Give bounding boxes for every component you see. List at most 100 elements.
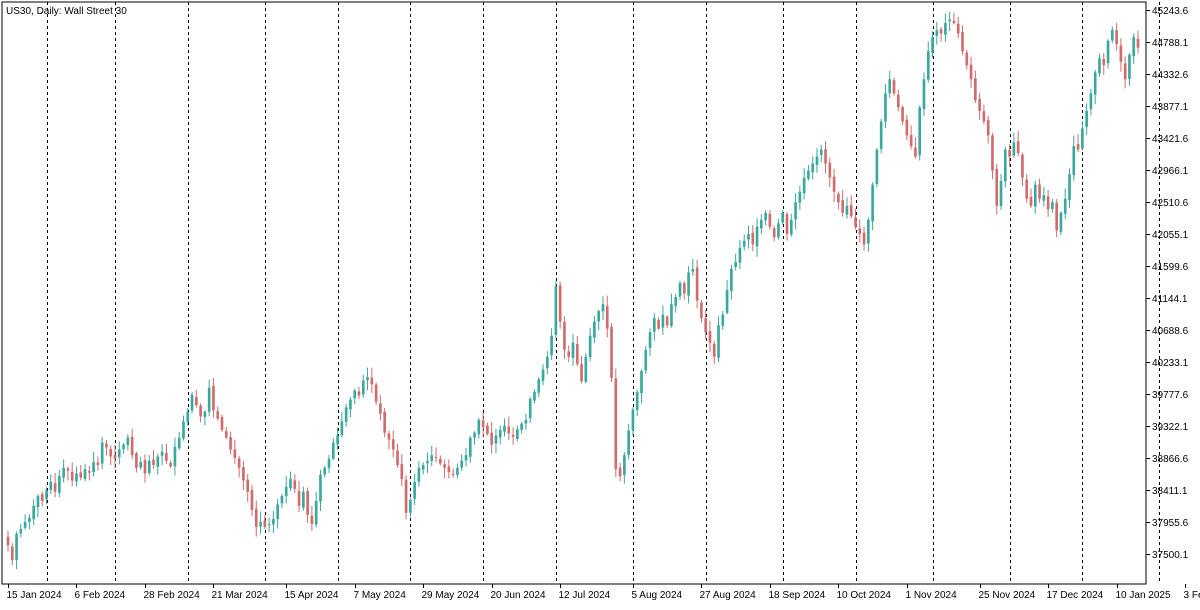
- x-tick-label: 5 Aug 2024: [632, 590, 683, 601]
- candle-bull: [499, 430, 502, 438]
- candle-bull: [139, 462, 142, 467]
- candle-bear: [79, 472, 82, 477]
- candle-bear: [512, 435, 515, 437]
- candle-bull: [876, 150, 879, 184]
- candle-bear: [837, 194, 840, 202]
- candle-bear: [700, 303, 703, 319]
- candle-bear: [1008, 150, 1011, 157]
- candle-bear: [216, 411, 219, 418]
- candle-bull: [161, 452, 164, 456]
- candle-bull: [572, 343, 575, 358]
- candle-bear: [610, 327, 613, 378]
- candle-bull: [37, 496, 40, 507]
- chart-canvas: 37500.137955.638411.138866.639322.139777…: [0, 0, 1200, 605]
- candle-bear: [452, 474, 455, 475]
- candle-bull: [807, 171, 810, 179]
- candle-bull: [1043, 195, 1046, 200]
- y-tick-label: 40233.1: [1152, 358, 1189, 369]
- candle-bull: [75, 473, 78, 481]
- candle-bull: [739, 248, 742, 263]
- candle-bull: [122, 445, 125, 450]
- candle-bull: [627, 431, 630, 455]
- candle-bull: [593, 322, 596, 338]
- candle-bear: [619, 468, 622, 477]
- candle-bull: [469, 438, 472, 457]
- candle-bull: [302, 492, 305, 508]
- x-tick-label: 10 Jan 2025: [1116, 590, 1171, 601]
- candle-bear: [1021, 155, 1024, 178]
- candle-bull: [1090, 93, 1093, 109]
- candle-bear: [965, 53, 968, 66]
- candle-bear: [1137, 39, 1140, 48]
- candle-bull: [1051, 202, 1054, 209]
- candle-bear: [910, 135, 913, 146]
- candle-bear: [71, 472, 74, 481]
- candle-bear: [114, 455, 117, 459]
- candle-bear: [769, 214, 772, 227]
- x-tick-label: 28 Feb 2024: [144, 590, 201, 601]
- y-tick-label: 38411.1: [1152, 486, 1188, 497]
- candle-bear: [841, 200, 844, 213]
- candle-bull: [349, 400, 352, 410]
- candle-bear: [370, 378, 373, 385]
- candle-bear: [563, 322, 566, 350]
- candle-bull: [649, 332, 652, 348]
- candle-bear: [991, 135, 994, 170]
- candle-bull: [319, 475, 322, 502]
- candle-bull: [1068, 174, 1071, 200]
- candle-bear: [306, 491, 309, 515]
- candle-bull: [721, 315, 724, 326]
- candle-bear: [1124, 63, 1127, 79]
- candle-bull: [756, 227, 759, 246]
- candle-bull: [49, 482, 52, 490]
- candle-bull: [1013, 143, 1016, 156]
- candle-bear: [358, 391, 361, 395]
- y-tick-label: 37500.1: [1152, 550, 1189, 561]
- candle-bear: [704, 318, 707, 332]
- candle-bear: [388, 433, 391, 439]
- candle-bull: [687, 272, 690, 295]
- candle-bull: [345, 407, 348, 421]
- candle-bull: [62, 468, 65, 478]
- candle-bull: [734, 262, 737, 267]
- candle-bear: [1047, 196, 1050, 209]
- candle-bull: [679, 283, 682, 297]
- candle-bull: [422, 465, 425, 470]
- candle-bear: [970, 65, 973, 80]
- candle-bear: [606, 306, 609, 329]
- candle-bear: [559, 285, 562, 321]
- candle-bear: [1030, 197, 1033, 206]
- candle-bull: [24, 522, 27, 528]
- candle-bull: [259, 522, 262, 527]
- candle-bull: [730, 269, 733, 291]
- candle-bear: [131, 437, 134, 455]
- candle-bear: [88, 471, 91, 473]
- candle-bull: [1034, 185, 1037, 207]
- candle-bull: [1085, 111, 1088, 127]
- x-tick-label: 17 Dec 2024: [1047, 590, 1104, 601]
- candle-bull: [58, 476, 61, 493]
- candle-bear: [580, 364, 583, 381]
- candle-bull: [430, 455, 433, 461]
- candle-bull: [799, 192, 802, 203]
- candle-bull: [289, 479, 292, 488]
- candle-bull: [585, 357, 588, 382]
- candle-bear: [576, 344, 579, 364]
- candle-bull: [597, 311, 600, 321]
- candle-bull: [281, 496, 284, 503]
- candle-bull: [674, 297, 677, 306]
- candle-bull: [516, 429, 519, 439]
- candle-bull: [366, 377, 369, 380]
- candle-bear: [152, 460, 155, 465]
- candle-bear: [914, 148, 917, 157]
- candle-bear: [1038, 184, 1041, 198]
- candle-bear: [396, 450, 399, 465]
- candle-bull: [1060, 213, 1063, 232]
- candle-bull: [1132, 37, 1135, 56]
- candle-bull: [726, 290, 729, 313]
- candle-bear: [709, 331, 712, 343]
- chart-title: US30, Daily: Wall Street 30: [6, 6, 127, 17]
- candle-bear: [383, 412, 386, 433]
- candle-bear: [448, 466, 451, 472]
- candle-bear: [828, 163, 831, 178]
